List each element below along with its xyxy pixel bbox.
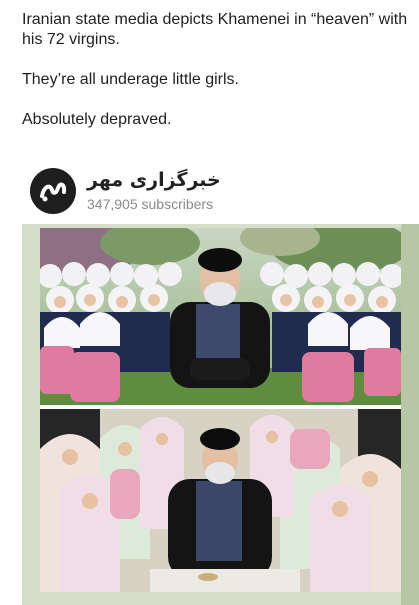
photo-album[interactable] (40, 228, 401, 592)
photo-top[interactable] (40, 228, 401, 405)
channel-header: خبرگزاری مهر 347,905 subscribers (22, 156, 419, 224)
tweet-text-line: his 72 virgins. (22, 31, 120, 48)
photo-bottom[interactable] (40, 409, 401, 592)
tweet-body: Iranian state media depicts Khamenei in … (22, 10, 412, 130)
telegram-post-screenshot: خبرگزاری مهر 347,905 subscribers (22, 156, 419, 605)
chat-background-strip (401, 224, 419, 605)
photo-bottom-illustration (40, 409, 401, 592)
tweet-text-line: They’re all underage little girls. (22, 71, 239, 88)
tweet-text-line: Absolutely depraved. (22, 111, 172, 128)
photo-top-illustration (40, 228, 401, 405)
tweet-text-line: Iranian state media depicts Khamenei in … (22, 11, 408, 28)
channel-avatar[interactable] (30, 168, 76, 214)
channel-name[interactable]: خبرگزاری مهر (87, 169, 221, 191)
mehr-logo-icon (40, 182, 67, 202)
subscriber-count: 347,905 subscribers (87, 196, 214, 212)
